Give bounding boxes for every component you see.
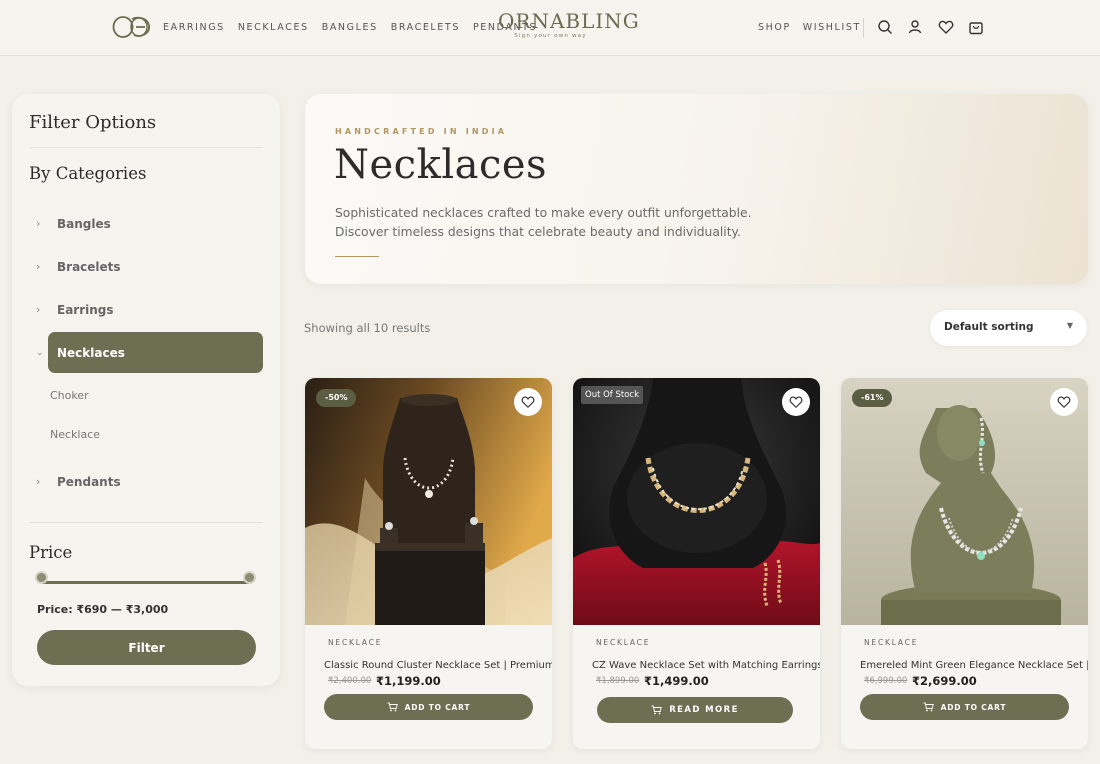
- category-label: Pendants: [57, 474, 121, 489]
- product-category: NECKLACE: [864, 638, 919, 647]
- bag-icon[interactable]: [968, 19, 984, 35]
- category-earrings[interactable]: › Earrings: [36, 289, 263, 330]
- chevron-down-icon: ⌄: [36, 347, 44, 358]
- discount-badge: -61%: [852, 389, 893, 407]
- filter-sidebar: Filter Options By Categories › Bangles ›…: [12, 94, 280, 686]
- chevron-right-icon: ›: [36, 217, 41, 230]
- chevron-right-icon: ›: [36, 475, 41, 488]
- product-price: ₹1,199.00: [376, 674, 441, 688]
- product-card[interactable]: Out Of Stock NECKLACE CZ Wave Necklace S…: [573, 378, 820, 749]
- hero-kicker: HANDCRAFTED IN INDIA: [335, 127, 508, 136]
- nav-bracelets[interactable]: BRACELETS: [391, 22, 460, 33]
- wishlist-button[interactable]: [782, 388, 810, 416]
- heart-icon: [521, 396, 535, 409]
- brand-name: ORNABLING: [498, 9, 640, 33]
- price-title: Price: [29, 543, 73, 562]
- product-category: NECKLACE: [596, 638, 651, 647]
- brand-tagline: Sign your own way: [514, 33, 587, 39]
- nav-wishlist[interactable]: WISHLIST: [803, 22, 861, 33]
- nav-shop[interactable]: SHOP: [758, 22, 791, 33]
- site-header: EARRINGS NECKLACES BANGLES BRACELETS PEN…: [0, 0, 1100, 56]
- nav-bangles[interactable]: BANGLES: [322, 22, 378, 33]
- category-label: Bracelets: [57, 259, 121, 274]
- search-icon[interactable]: [877, 19, 893, 35]
- hero-description: Sophisticated necklaces crafted to make …: [335, 206, 752, 239]
- logo-mark-icon[interactable]: [112, 14, 152, 40]
- button-label: READ MORE: [669, 705, 739, 715]
- product-title[interactable]: Classic Round Cluster Necklace Set | Pre…: [324, 660, 552, 671]
- product-category: NECKLACE: [328, 638, 383, 647]
- page-title: Necklaces: [334, 142, 548, 188]
- category-label: Bangles: [57, 216, 111, 231]
- nav-necklaces[interactable]: NECKLACES: [238, 22, 309, 33]
- chevron-right-icon: ›: [36, 303, 41, 316]
- subcategory-choker[interactable]: Choker: [50, 389, 89, 402]
- nav-earrings[interactable]: EARRINGS: [163, 22, 225, 33]
- secondary-nav: SHOP WISHLIST: [758, 22, 873, 33]
- button-label: ADD TO CART: [404, 702, 471, 712]
- add-to-cart-button[interactable]: ADD TO CART: [860, 694, 1069, 720]
- divider: [29, 522, 263, 523]
- categories-title: By Categories: [29, 164, 147, 183]
- filter-button[interactable]: Filter: [37, 630, 256, 665]
- product-price: ₹2,699.00: [912, 674, 977, 688]
- product-old-price: ₹1,899.00: [596, 676, 640, 686]
- read-more-button[interactable]: READ MORE: [597, 697, 793, 723]
- product-card[interactable]: -61% NECKLACE Emereled Mint Green Elegan…: [841, 378, 1088, 749]
- sort-select[interactable]: Default sorting ▼: [930, 310, 1087, 346]
- user-icon[interactable]: [907, 19, 923, 35]
- product-old-price: ₹6,999.00: [864, 676, 908, 686]
- product-image[interactable]: [305, 378, 552, 625]
- discount-badge: -50%: [316, 389, 357, 407]
- product-image[interactable]: [841, 378, 1088, 625]
- price-slider-track[interactable]: [41, 581, 250, 584]
- cart-icon: [923, 702, 934, 712]
- price-range-text: Price: ₹690 — ₹3,000: [37, 603, 169, 616]
- heart-icon[interactable]: [938, 19, 954, 35]
- subcategory-necklace[interactable]: Necklace: [50, 428, 100, 441]
- add-to-cart-button[interactable]: ADD TO CART: [324, 694, 533, 720]
- hero-accent-line: [335, 256, 379, 257]
- category-hero: HANDCRAFTED IN INDIA Necklaces Sophistic…: [305, 94, 1088, 284]
- brand-logo[interactable]: ORNABLING Sign your own way: [498, 9, 640, 39]
- nav-divider: [863, 18, 864, 38]
- price-slider-max-handle[interactable]: [243, 571, 256, 584]
- sort-label: Default sorting: [944, 321, 1034, 333]
- wishlist-button[interactable]: [514, 388, 542, 416]
- category-bangles[interactable]: › Bangles: [36, 203, 263, 244]
- result-count: Showing all 10 results: [304, 321, 431, 335]
- price-slider-min-handle[interactable]: [35, 571, 48, 584]
- cart-icon: [387, 702, 398, 712]
- cart-icon: [651, 705, 662, 715]
- category-label: Earrings: [57, 302, 114, 317]
- category-bracelets[interactable]: › Bracelets: [36, 246, 263, 287]
- product-old-price: ₹2,400.00: [328, 676, 372, 686]
- product-price: ₹1,499.00: [644, 674, 709, 688]
- button-label: ADD TO CART: [940, 702, 1007, 712]
- out-of-stock-badge: Out Of Stock: [581, 386, 644, 404]
- product-title[interactable]: CZ Wave Necklace Set with Matching Earri…: [592, 660, 820, 671]
- heart-icon: [1057, 396, 1071, 409]
- category-pendants[interactable]: › Pendants: [36, 461, 263, 502]
- product-card[interactable]: -50% NECKLACE Classic Round Cluster Neck…: [305, 378, 552, 749]
- divider: [29, 147, 263, 148]
- wishlist-button[interactable]: [1050, 388, 1078, 416]
- product-title[interactable]: Emereled Mint Green Elegance Necklace Se…: [860, 660, 1088, 671]
- filter-title: Filter Options: [29, 112, 157, 133]
- product-image[interactable]: [573, 378, 820, 625]
- heart-icon: [789, 396, 803, 409]
- dropdown-arrow-icon: ▼: [1066, 321, 1073, 330]
- category-label: Necklaces: [57, 345, 125, 360]
- primary-nav: EARRINGS NECKLACES BANGLES BRACELETS PEN…: [163, 22, 550, 33]
- chevron-right-icon: ›: [36, 260, 41, 273]
- category-necklaces[interactable]: ⌄ Necklaces: [36, 332, 263, 373]
